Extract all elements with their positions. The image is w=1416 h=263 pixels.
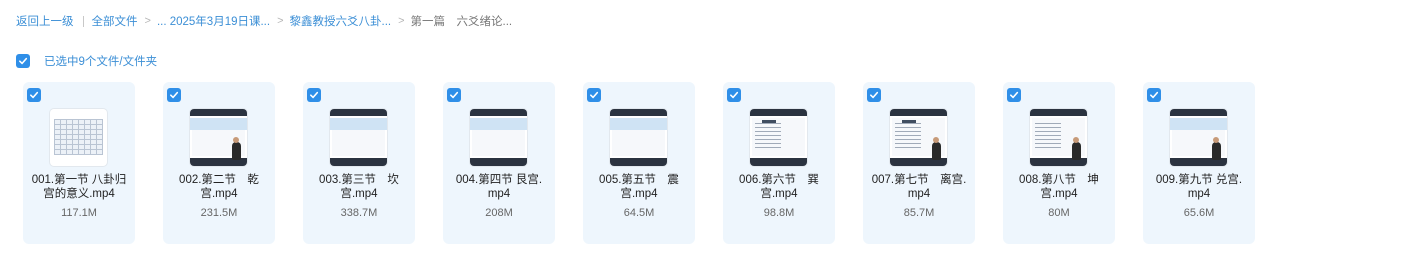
file-name[interactable]: 003.第三节 坎 宫.mp4 [307, 173, 411, 201]
file-size: 208M [485, 207, 513, 219]
breadcrumb-current: 第一篇 六爻绪论... [410, 16, 513, 28]
check-icon [1150, 91, 1159, 99]
video-thumbnail[interactable] [610, 109, 667, 166]
check-icon [1010, 91, 1019, 99]
file-checkbox[interactable] [727, 88, 741, 102]
file-name[interactable]: 004.第四节 艮宫. mp4 [447, 173, 551, 201]
video-thumbnail[interactable] [750, 109, 807, 166]
file-checkbox[interactable] [1007, 88, 1021, 102]
check-icon [590, 91, 599, 99]
file-name[interactable]: 006.第六节 巽 宫.mp4 [727, 173, 831, 201]
check-icon [30, 91, 39, 99]
file-card[interactable]: 001.第一节 八卦归 宫的意义.mp4 117.1M [23, 82, 135, 244]
video-thumbnail[interactable] [330, 109, 387, 166]
file-size: 338.7M [340, 207, 378, 219]
file-name[interactable]: 001.第一节 八卦归 宫的意义.mp4 [27, 173, 131, 201]
file-grid: 001.第一节 八卦归 宫的意义.mp4 117.1M 002.第二节 乾 宫.mp… [23, 82, 1283, 244]
file-checkbox[interactable] [27, 88, 41, 102]
breadcrumb-item-series[interactable]: 黎鑫教授六爻八卦... [290, 13, 392, 29]
video-thumbnail[interactable] [50, 109, 107, 166]
file-size: 80M [1048, 207, 1070, 219]
chevron-right-icon: > [398, 15, 405, 27]
check-icon [730, 91, 739, 99]
file-size: 231.5M [200, 207, 238, 219]
chevron-right-icon: > [144, 15, 151, 27]
file-size: 65.6M [1183, 207, 1215, 219]
chevron-right-icon: > [277, 15, 284, 27]
breadcrumb-divider [82, 15, 84, 27]
file-checkbox[interactable] [587, 88, 601, 102]
file-name[interactable]: 008.第八节 坤 宫.mp4 [1007, 173, 1111, 201]
check-icon [450, 91, 459, 99]
video-thumbnail[interactable] [1170, 109, 1227, 166]
file-name[interactable]: 005.第五节 震 宫.mp4 [587, 173, 691, 201]
file-name[interactable]: 007.第七节 离宫. mp4 [867, 173, 971, 201]
file-name[interactable]: 009.第九节 兑宫. mp4 [1147, 173, 1251, 201]
video-thumbnail[interactable] [1030, 109, 1087, 166]
breadcrumb-item-course[interactable]: ... 2025年3月19日课... [157, 13, 270, 29]
selection-count-label: 已选中9个文件/文件夹 [44, 56, 158, 68]
file-size: 98.8M [763, 207, 795, 219]
file-size: 117.1M [61, 207, 97, 219]
file-checkbox[interactable] [447, 88, 461, 102]
file-card[interactable]: 006.第六节 巽 宫.mp4 98.8M [723, 82, 835, 244]
video-thumbnail[interactable] [470, 109, 527, 166]
check-icon [170, 91, 179, 99]
video-thumbnail[interactable] [190, 109, 247, 166]
breadcrumb: 返回上一级 全部文件 > ... 2025年3月19日课... > 黎鑫教授六爻… [16, 13, 512, 29]
file-checkbox[interactable] [1147, 88, 1161, 102]
file-checkbox[interactable] [167, 88, 181, 102]
breadcrumb-all-files[interactable]: 全部文件 [92, 13, 138, 29]
file-card[interactable]: 004.第四节 艮宫. mp4 208M [443, 82, 555, 244]
file-card[interactable]: 003.第三节 坎 宫.mp4 338.7M [303, 82, 415, 244]
back-link[interactable]: 返回上一级 [16, 13, 74, 29]
file-size: 64.5M [623, 207, 655, 219]
file-card[interactable]: 008.第八节 坤 宫.mp4 80M [1003, 82, 1115, 244]
file-checkbox[interactable] [307, 88, 321, 102]
file-card[interactable]: 005.第五节 震 宫.mp4 64.5M [583, 82, 695, 244]
file-checkbox[interactable] [867, 88, 881, 102]
file-card[interactable]: 007.第七节 离宫. mp4 85.7M [863, 82, 975, 244]
check-icon [310, 91, 319, 99]
check-icon [870, 91, 879, 99]
file-card[interactable]: 002.第二节 乾 宫.mp4 231.5M [163, 82, 275, 244]
select-all-checkbox[interactable] [16, 54, 30, 68]
check-icon [19, 57, 28, 65]
file-size: 85.7M [903, 207, 935, 219]
file-name[interactable]: 002.第二节 乾 宫.mp4 [167, 173, 271, 201]
file-card[interactable]: 009.第九节 兑宫. mp4 65.6M [1143, 82, 1255, 244]
video-thumbnail[interactable] [890, 109, 947, 166]
select-all[interactable]: 已选中9个文件/文件夹 [16, 53, 157, 69]
